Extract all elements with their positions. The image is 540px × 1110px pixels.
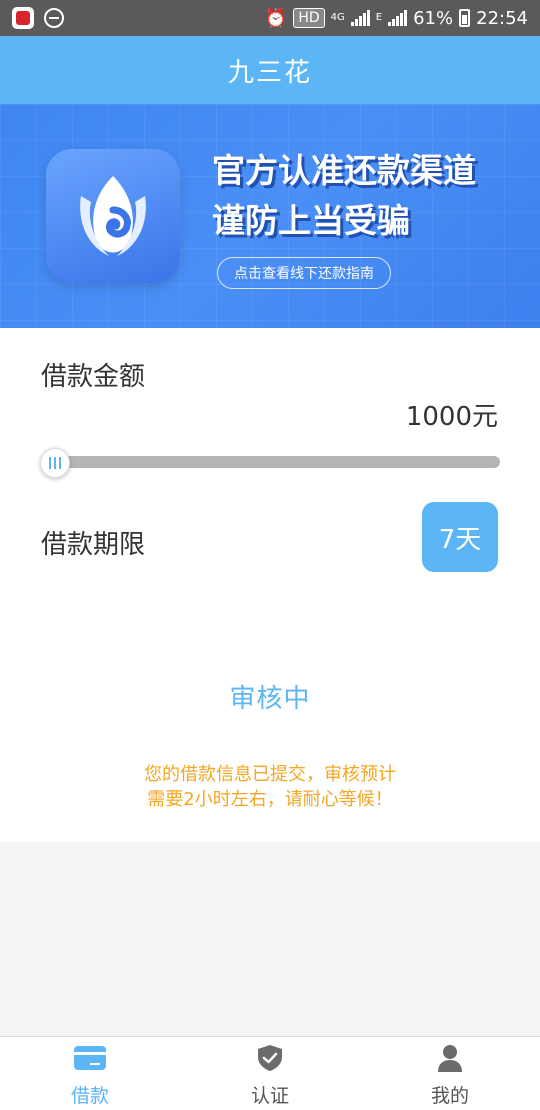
network-e-label: E — [375, 12, 383, 23]
tab-loan-label: 借款 — [70, 1085, 109, 1107]
review-status: 审核中 — [229, 684, 311, 714]
shield-check-icon — [254, 1043, 286, 1073]
banner-headline-line1: 官方认准还款渠道 — [212, 151, 476, 190]
app-header: 九三花 — [0, 36, 540, 104]
tab-mine-label: 我的 — [430, 1085, 469, 1107]
term-label: 借款期限 — [41, 530, 146, 560]
amount-label: 借款金额 — [41, 362, 146, 392]
review-message: 您的借款信息已提交，审核预计 需要2小时左右，请耐心等候！ — [0, 762, 540, 812]
app-logo-icon — [46, 149, 180, 283]
banner-headline: 官方认准还款渠道 谨防上当受骗 — [212, 146, 522, 246]
page-title: 九三花 — [227, 57, 312, 88]
tab-verify-label: 认证 — [250, 1085, 289, 1107]
battery-icon — [459, 9, 471, 27]
status-bar: ⏰ HD 4G E 61% 22:54 — [0, 0, 540, 36]
tab-verify[interactable]: 认证 — [180, 1037, 360, 1110]
review-message-line1: 您的借款信息已提交，审核预计 — [144, 764, 396, 785]
signal-icon-2 — [388, 10, 408, 26]
amount-slider-track[interactable] — [44, 456, 500, 468]
network-4g-label: 4G — [330, 12, 345, 23]
banner-headline-line2: 谨防上当受骗 — [212, 201, 410, 240]
amount-slider-thumb[interactable] — [40, 448, 70, 478]
loan-card: 借款金额 1000元 借款期限 7天 审核中 您的借款信息已提交，审核预计 需要… — [0, 328, 540, 842]
term-button[interactable]: 7天 — [422, 502, 498, 572]
status-left — [12, 7, 64, 29]
repayment-guide-button[interactable]: 点击查看线下还款指南 — [217, 257, 391, 289]
person-icon — [434, 1043, 466, 1073]
hd-badge: HD — [293, 8, 325, 28]
battery-percent: 61% — [413, 7, 454, 29]
tab-loan[interactable]: 借款 — [0, 1037, 180, 1110]
bottom-tab-bar: 借款 认证 我的 — [0, 1036, 540, 1110]
tab-mine[interactable]: 我的 — [360, 1037, 540, 1110]
promo-banner[interactable]: 官方认准还款渠道 谨防上当受骗 点击查看线下还款指南 — [0, 104, 540, 328]
alarm-icon: ⏰ — [264, 7, 288, 29]
card-icon — [74, 1043, 106, 1073]
status-right: ⏰ HD 4G E 61% 22:54 — [265, 8, 528, 29]
signal-icon — [350, 10, 370, 26]
app-notification-icon — [12, 7, 34, 29]
amount-value: 1000元 — [405, 402, 498, 432]
do-not-disturb-icon — [44, 8, 64, 28]
clock: 22:54 — [476, 7, 528, 29]
review-message-line2: 需要2小时左右，请耐心等候！ — [147, 789, 393, 810]
